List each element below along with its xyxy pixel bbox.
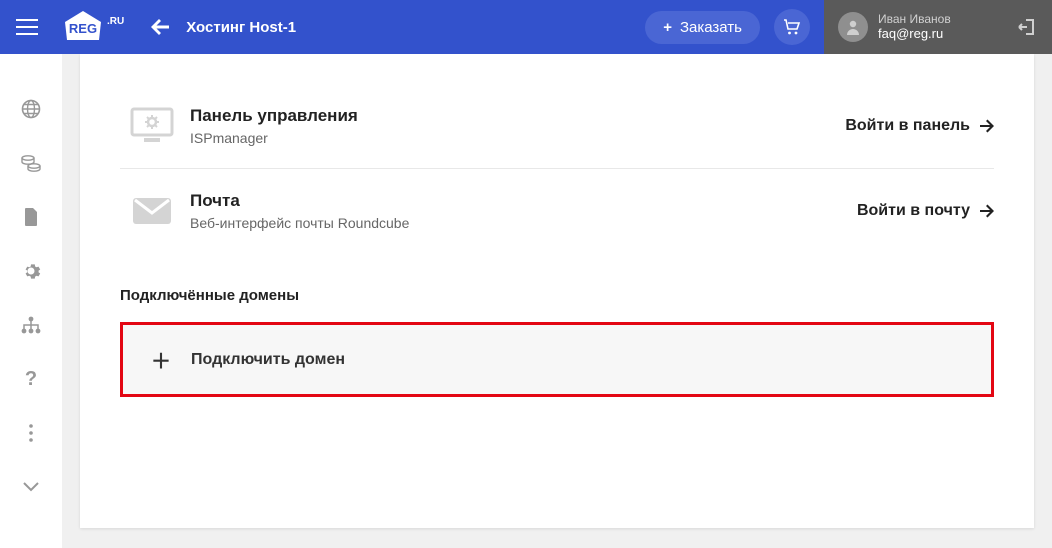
top-header: REG .RU Хостинг Host-1 + Заказать Иван И… bbox=[0, 0, 1052, 54]
nav-sitemap[interactable] bbox=[20, 314, 42, 336]
logo-ru-text: .RU bbox=[107, 16, 124, 27]
avatar bbox=[838, 12, 868, 42]
arrow-right-icon bbox=[980, 119, 994, 133]
control-panel-login-label: Войти в панель bbox=[845, 117, 970, 135]
connect-domain-button[interactable]: ＋ Подключить домен bbox=[120, 322, 994, 397]
plus-icon: + bbox=[663, 19, 672, 36]
nav-help[interactable]: ? bbox=[20, 368, 42, 390]
question-icon: ? bbox=[25, 368, 37, 391]
cart-icon bbox=[783, 19, 801, 35]
mail-sub: Веб-интерфейс почты Roundcube bbox=[190, 215, 857, 231]
user-icon bbox=[845, 19, 861, 35]
order-button[interactable]: + Заказать bbox=[645, 11, 760, 44]
gear-icon bbox=[21, 261, 41, 281]
mail-login[interactable]: Войти в почту bbox=[857, 202, 994, 220]
monitor-gear-icon bbox=[129, 106, 175, 146]
user-email: faq@reg.ru bbox=[878, 26, 951, 42]
nav-billing[interactable] bbox=[20, 152, 42, 174]
page-title: Хостинг Host-1 bbox=[186, 19, 296, 36]
mail-title: Почта bbox=[190, 191, 857, 211]
arrow-right-icon bbox=[980, 204, 994, 218]
dots-vertical-icon bbox=[29, 424, 33, 442]
user-text: Иван Иванов faq@reg.ru bbox=[878, 12, 951, 42]
mail-icon bbox=[131, 196, 173, 226]
nav-globe[interactable] bbox=[20, 98, 42, 120]
logo[interactable]: REG .RU bbox=[54, 10, 132, 44]
user-menu[interactable]: Иван Иванов faq@reg.ru bbox=[824, 0, 1004, 54]
arrow-left-icon bbox=[151, 19, 169, 35]
nav-settings[interactable] bbox=[20, 260, 42, 282]
order-label: Заказать bbox=[680, 19, 742, 36]
menu-toggle[interactable] bbox=[0, 19, 54, 35]
nav-more[interactable] bbox=[20, 422, 42, 444]
logo-icon: REG bbox=[62, 10, 104, 44]
main-card: Панель управления ISPmanager Войти в пан… bbox=[80, 54, 1034, 528]
control-panel-sub: ISPmanager bbox=[190, 130, 845, 146]
mail-login-label: Войти в почту bbox=[857, 202, 970, 220]
plus-icon: ＋ bbox=[151, 345, 171, 374]
control-panel-row: Панель управления ISPmanager Войти в пан… bbox=[120, 84, 994, 169]
control-panel-icon-wrap bbox=[120, 106, 184, 146]
hamburger-icon bbox=[16, 19, 38, 35]
user-name: Иван Иванов bbox=[878, 12, 951, 26]
cart-button[interactable] bbox=[774, 9, 810, 45]
globe-icon bbox=[21, 99, 41, 119]
connect-domain-label: Подключить домен bbox=[191, 351, 345, 369]
file-icon bbox=[23, 207, 39, 227]
nav-collapse[interactable] bbox=[20, 476, 42, 498]
control-panel-title: Панель управления bbox=[190, 106, 845, 126]
mail-row: Почта Веб-интерфейс почты Roundcube Войт… bbox=[120, 169, 994, 253]
domains-section-title: Подключённые домены bbox=[120, 287, 994, 304]
logout-icon bbox=[1018, 17, 1038, 37]
nav-files[interactable] bbox=[20, 206, 42, 228]
logout-button[interactable] bbox=[1004, 0, 1052, 54]
coins-icon bbox=[21, 154, 41, 172]
mail-icon-wrap bbox=[120, 196, 184, 226]
control-panel-login[interactable]: Войти в панель bbox=[845, 117, 994, 135]
back-button[interactable] bbox=[140, 19, 180, 35]
side-nav: ? bbox=[0, 54, 62, 548]
svg-text:REG: REG bbox=[69, 21, 97, 36]
content: Панель управления ISPmanager Войти в пан… bbox=[62, 54, 1052, 548]
chevron-down-icon bbox=[23, 482, 39, 492]
sitemap-icon bbox=[21, 316, 41, 334]
